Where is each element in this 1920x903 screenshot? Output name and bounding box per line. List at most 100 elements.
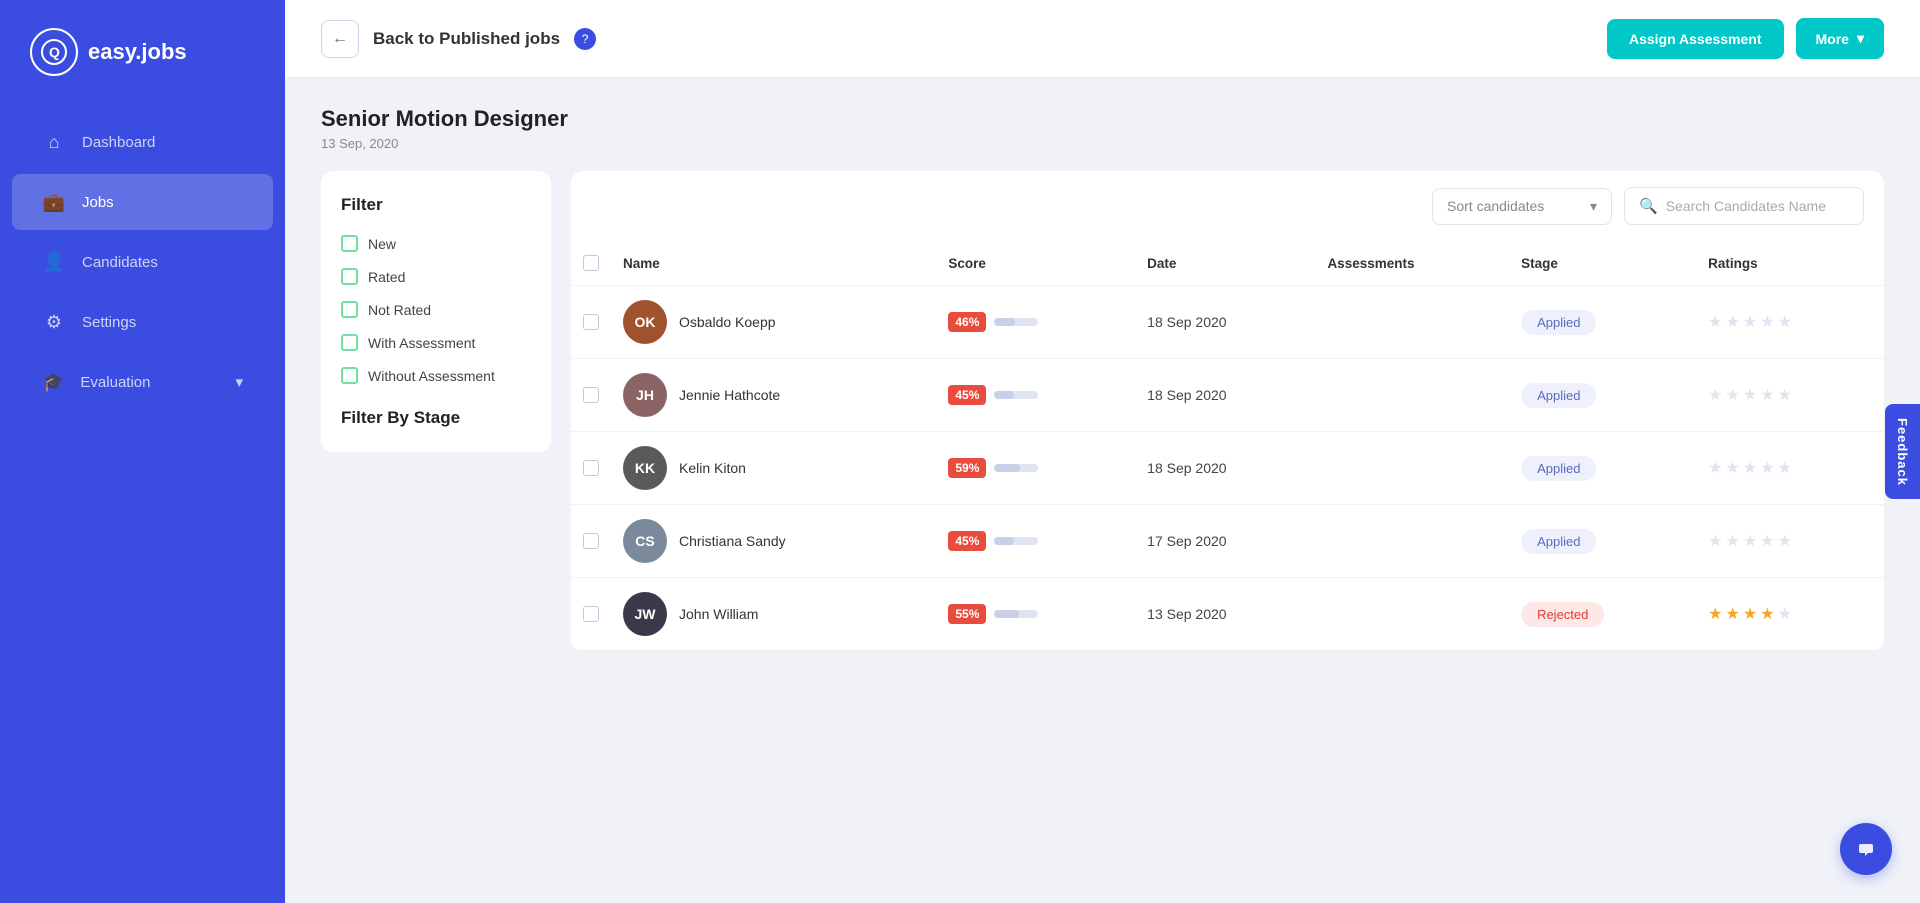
score-cell: 59% bbox=[936, 432, 1135, 505]
stage-badge: Applied bbox=[1521, 456, 1596, 481]
star-5: ★ bbox=[1778, 604, 1792, 624]
star-2: ★ bbox=[1726, 385, 1740, 405]
star-5: ★ bbox=[1778, 458, 1792, 478]
star-2: ★ bbox=[1726, 458, 1740, 478]
chevron-down-icon: ▾ bbox=[235, 373, 243, 391]
table-row: CS Christiana Sandy 45% 17 Sep 2020 Appl… bbox=[571, 505, 1884, 578]
main-content: ← Back to Published jobs ? Assign Assess… bbox=[285, 0, 1920, 903]
col-stage: Stage bbox=[1509, 241, 1696, 286]
row-checkbox[interactable] bbox=[583, 387, 599, 403]
filter-title: Filter bbox=[341, 195, 531, 215]
score-cell: 45% bbox=[936, 505, 1135, 578]
filter-item-rated[interactable]: Rated bbox=[341, 268, 531, 285]
star-rating[interactable]: ★★★★★ bbox=[1708, 312, 1872, 332]
filter-panel: Filter New Rated Not Rated With Assessme… bbox=[321, 171, 551, 452]
candidates-table: Name Score Date Assessments Stage Rating… bbox=[571, 241, 1884, 651]
dashboard-icon: ⌂ bbox=[42, 130, 66, 154]
filter-item-with-assessment[interactable]: With Assessment bbox=[341, 334, 531, 351]
ratings-cell: ★★★★★ bbox=[1696, 432, 1884, 505]
col-assessments: Assessments bbox=[1315, 241, 1509, 286]
back-button[interactable]: ← bbox=[321, 20, 359, 58]
row-checkbox[interactable] bbox=[583, 460, 599, 476]
filter-label-new: New bbox=[368, 236, 396, 252]
star-5: ★ bbox=[1778, 312, 1792, 332]
star-4: ★ bbox=[1760, 385, 1774, 405]
candidate-name: John William bbox=[679, 606, 758, 622]
assessments-cell bbox=[1315, 359, 1509, 432]
filter-label-not-rated: Not Rated bbox=[368, 302, 431, 318]
header: ← Back to Published jobs ? Assign Assess… bbox=[285, 0, 1920, 78]
avatar: KK bbox=[623, 446, 667, 490]
sidebar-item-jobs[interactable]: 💼 Jobs bbox=[12, 174, 273, 230]
score-bar bbox=[994, 318, 1038, 326]
logo-text: easy.jobs bbox=[88, 39, 187, 65]
star-rating[interactable]: ★★★★★ bbox=[1708, 385, 1872, 405]
table-row: OK Osbaldo Koepp 46% 18 Sep 2020 Applied… bbox=[571, 286, 1884, 359]
filter-item-not-rated[interactable]: Not Rated bbox=[341, 301, 531, 318]
sidebar-item-dashboard[interactable]: ⌂ Dashboard bbox=[12, 114, 273, 170]
date-cell: 17 Sep 2020 bbox=[1135, 505, 1315, 578]
score-badge: 45% bbox=[948, 531, 986, 551]
assessments-cell bbox=[1315, 578, 1509, 651]
stage-cell: Rejected bbox=[1509, 578, 1696, 651]
filter-checkbox-with-assessment[interactable] bbox=[341, 334, 358, 351]
search-placeholder: Search Candidates Name bbox=[1666, 198, 1826, 214]
sidebar-item-evaluation[interactable]: 🎓 Evaluation ▾ bbox=[12, 354, 273, 410]
filter-checkbox-not-rated[interactable] bbox=[341, 301, 358, 318]
filter-checkbox-new[interactable] bbox=[341, 235, 358, 252]
select-all-checkbox[interactable] bbox=[583, 255, 599, 271]
sort-chevron-icon: ▾ bbox=[1590, 198, 1597, 215]
row-checkbox-cell bbox=[571, 578, 611, 651]
star-2: ★ bbox=[1726, 312, 1740, 332]
score-bar bbox=[994, 464, 1038, 472]
avatar: OK bbox=[623, 300, 667, 344]
row-checkbox[interactable] bbox=[583, 533, 599, 549]
name-cell: KK Kelin Kiton bbox=[611, 432, 936, 505]
row-checkbox[interactable] bbox=[583, 314, 599, 330]
filter-item-without-assessment[interactable]: Without Assessment bbox=[341, 367, 531, 384]
stage-cell: Applied bbox=[1509, 359, 1696, 432]
filter-checkbox-without-assessment[interactable] bbox=[341, 367, 358, 384]
score-badge: 46% bbox=[948, 312, 986, 332]
chat-bubble[interactable] bbox=[1840, 823, 1892, 875]
header-actions: Assign Assessment More ▾ bbox=[1607, 18, 1884, 59]
evaluation-icon: 🎓 bbox=[42, 370, 64, 394]
row-checkbox-cell bbox=[571, 505, 611, 578]
sort-dropdown[interactable]: Sort candidates ▾ bbox=[1432, 188, 1612, 225]
filter-checkbox-rated[interactable] bbox=[341, 268, 358, 285]
sidebar-item-settings[interactable]: ⚙ Settings bbox=[12, 294, 273, 350]
feedback-tab[interactable]: Feedback bbox=[1885, 404, 1920, 500]
star-2: ★ bbox=[1726, 604, 1740, 624]
jobs-icon: 💼 bbox=[42, 190, 66, 214]
stage-cell: Applied bbox=[1509, 286, 1696, 359]
row-checkbox[interactable] bbox=[583, 606, 599, 622]
sidebar-logo: Q easy.jobs bbox=[0, 0, 285, 104]
star-rating[interactable]: ★★★★★ bbox=[1708, 458, 1872, 478]
date-cell: 13 Sep 2020 bbox=[1135, 578, 1315, 651]
stage-badge: Rejected bbox=[1521, 602, 1604, 627]
star-rating[interactable]: ★★★★★ bbox=[1708, 531, 1872, 551]
sidebar-item-candidates[interactable]: 👤 Candidates bbox=[12, 234, 273, 290]
filter-label-rated: Rated bbox=[368, 269, 405, 285]
table-row: JH Jennie Hathcote 45% 18 Sep 2020 Appli… bbox=[571, 359, 1884, 432]
star-1: ★ bbox=[1708, 312, 1722, 332]
filter-item-new[interactable]: New bbox=[341, 235, 531, 252]
info-icon[interactable]: ? bbox=[574, 28, 596, 50]
score-bar bbox=[994, 610, 1038, 618]
star-3: ★ bbox=[1743, 531, 1757, 551]
sort-label: Sort candidates bbox=[1447, 198, 1544, 214]
assign-assessment-button[interactable]: Assign Assessment bbox=[1607, 19, 1784, 59]
more-label: More bbox=[1816, 31, 1849, 47]
date-cell: 18 Sep 2020 bbox=[1135, 286, 1315, 359]
star-1: ★ bbox=[1708, 604, 1722, 624]
star-rating[interactable]: ★★★★★ bbox=[1708, 604, 1872, 624]
sidebar-item-label: Evaluation bbox=[80, 374, 150, 391]
star-5: ★ bbox=[1778, 531, 1792, 551]
score-badge: 55% bbox=[948, 604, 986, 624]
sidebar-item-label: Candidates bbox=[82, 254, 158, 271]
col-ratings: Ratings bbox=[1696, 241, 1884, 286]
star-4: ★ bbox=[1760, 312, 1774, 332]
more-button[interactable]: More ▾ bbox=[1796, 18, 1884, 59]
svg-text:Q: Q bbox=[49, 44, 60, 60]
table-header: Name Score Date Assessments Stage Rating… bbox=[571, 241, 1884, 286]
